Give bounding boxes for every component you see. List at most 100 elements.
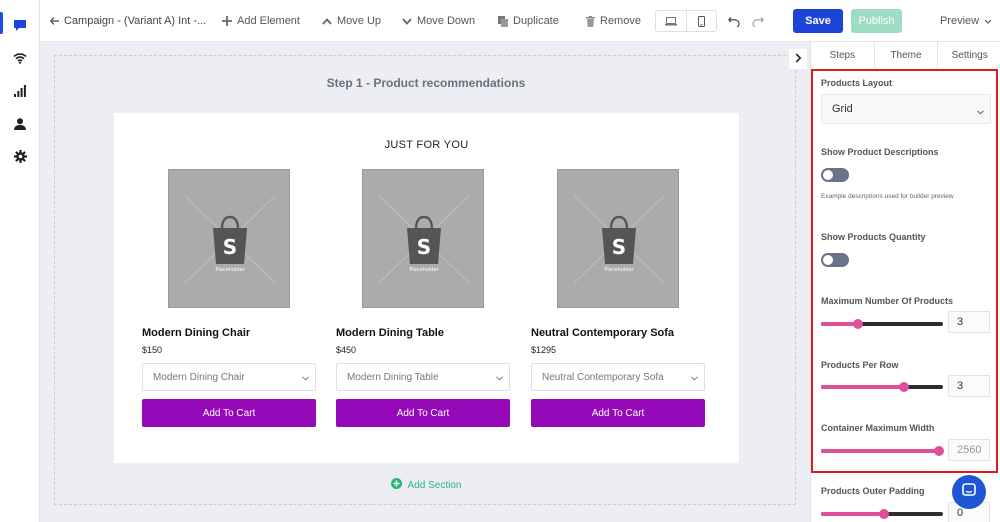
add-element-label: Add Element: [237, 15, 300, 27]
top-toolbar: Campaign - (Variant A) Int -... Add Elem…: [40, 0, 1000, 42]
save-button[interactable]: Save: [793, 9, 843, 33]
builder-canvas: Step 1 - Product recommendations JUST FO…: [54, 55, 796, 505]
show-quantity-label: Show Products Quantity: [821, 232, 926, 242]
move-down-label: Move Down: [417, 15, 476, 27]
chevron-down-icon: [984, 19, 992, 24]
highlighted-settings-region: [811, 69, 998, 473]
preview-button[interactable]: Preview: [940, 0, 992, 42]
product-variant-select[interactable]: Neutral Contemporary Sofa: [531, 363, 705, 391]
bar-chart-icon[interactable]: [11, 82, 29, 100]
products-layout-label: Products Layout: [821, 78, 893, 88]
outer-padding-slider[interactable]: [821, 509, 943, 519]
placeholder-caption: Placeholder: [409, 267, 439, 273]
products-layout-select[interactable]: Grid: [821, 94, 991, 124]
move-down-button[interactable]: Move Down: [402, 0, 475, 42]
user-icon[interactable]: [11, 115, 29, 133]
svg-text:S: S: [417, 235, 431, 259]
back-to-campaign-link[interactable]: Campaign - (Variant A) Int -...: [50, 0, 206, 42]
svg-text:S: S: [223, 235, 237, 259]
product-price: $1295: [531, 345, 557, 355]
per-row-slider[interactable]: [821, 382, 943, 392]
product-image-placeholder: S Placeholder: [362, 169, 484, 308]
chat-icon[interactable]: [11, 16, 29, 34]
slider-handle[interactable]: [852, 319, 863, 329]
chevron-down-icon: [496, 373, 503, 384]
add-to-cart-button[interactable]: Add To Cart: [336, 399, 510, 427]
tab-steps[interactable]: Steps: [811, 42, 875, 68]
product-variant-select[interactable]: Modern Dining Chair: [142, 363, 316, 391]
slider-fill: [821, 385, 904, 389]
remove-label: Remove: [600, 15, 641, 27]
max-products-label: Maximum Number Of Products: [821, 296, 954, 306]
chevron-up-icon: [322, 17, 332, 25]
left-rail: [0, 0, 40, 522]
publish-button[interactable]: Publish: [851, 9, 902, 33]
product-variant-value: Modern Dining Table: [347, 371, 439, 383]
preview-label: Preview: [940, 15, 980, 27]
show-descriptions-toggle[interactable]: [821, 168, 849, 182]
campaign-title: Campaign - (Variant A) Int -...: [64, 15, 207, 27]
plus-circle-icon: [390, 478, 402, 492]
plus-icon: [222, 16, 232, 26]
move-up-label: Move Up: [337, 15, 382, 27]
settings-panel: Steps Theme Settings Products Layout Gri…: [810, 42, 1000, 522]
chevron-down-icon: [977, 106, 984, 118]
remove-button[interactable]: Remove: [586, 0, 641, 42]
chevron-down-icon: [302, 373, 309, 384]
mobile-view-icon[interactable]: [687, 11, 717, 31]
add-element-button[interactable]: Add Element: [222, 0, 300, 42]
chevron-right-icon: [795, 50, 802, 68]
product-name: Neutral Contemporary Sofa: [531, 327, 675, 339]
collapse-panel-button[interactable]: [789, 49, 807, 69]
show-descriptions-label: Show Product Descriptions: [821, 147, 939, 157]
placeholder-caption: Placeholder: [215, 267, 245, 273]
redo-icon[interactable]: [752, 0, 764, 42]
container-width-label: Container Maximum Width: [821, 423, 935, 433]
slider-handle[interactable]: [879, 509, 890, 519]
device-toggle-group: [655, 10, 717, 32]
undo-icon[interactable]: [728, 0, 740, 42]
container-width-input[interactable]: 2560: [948, 439, 990, 461]
product-price: $150: [142, 345, 163, 355]
duplicate-button[interactable]: Duplicate: [498, 0, 559, 42]
support-chat-button[interactable]: [952, 475, 986, 509]
max-products-input[interactable]: 3: [948, 311, 990, 333]
svg-text:S: S: [612, 235, 626, 259]
max-products-slider[interactable]: [821, 319, 943, 329]
section-heading: JUST FOR YOU: [384, 139, 469, 151]
tab-theme[interactable]: Theme: [875, 42, 939, 68]
product-name: Modern Dining Chair: [142, 327, 251, 339]
add-to-cart-button[interactable]: Add To Cart: [531, 399, 705, 427]
product-name: Modern Dining Table: [336, 327, 444, 339]
show-quantity-toggle[interactable]: [821, 253, 849, 267]
products-layout-value: Grid: [832, 103, 853, 115]
show-descriptions-hint: Example descriptions used for builder pr…: [821, 193, 954, 200]
product-image-placeholder: S Placeholder: [168, 169, 290, 308]
chat-bubble-icon: [962, 482, 976, 502]
add-to-cart-button[interactable]: Add To Cart: [142, 399, 316, 427]
settings-tabs: Steps Theme Settings: [811, 42, 1000, 68]
duplicate-label: Duplicate: [513, 15, 559, 27]
per-row-label: Products Per Row: [821, 360, 899, 370]
product-variant-value: Modern Dining Chair: [153, 371, 245, 383]
recommendations-section[interactable]: JUST FOR YOU S Placeholder Modern Dining…: [114, 113, 739, 463]
trash-icon: [586, 15, 595, 27]
container-width-slider[interactable]: [821, 446, 945, 456]
product-price: $450: [336, 345, 357, 355]
chevron-down-icon: [691, 373, 698, 384]
placeholder-caption: Placeholder: [604, 267, 634, 273]
add-section-label: Add Section: [407, 479, 462, 491]
product-image-placeholder: S Placeholder: [557, 169, 679, 308]
slider-handle[interactable]: [898, 382, 909, 392]
add-section-button[interactable]: Add Section: [55, 478, 797, 492]
per-row-input[interactable]: 3: [948, 375, 990, 397]
move-up-button[interactable]: Move Up: [322, 0, 381, 42]
arrow-left-icon: [50, 17, 59, 25]
desktop-view-icon[interactable]: [656, 11, 687, 31]
gear-icon[interactable]: [11, 147, 29, 165]
tab-settings[interactable]: Settings: [938, 42, 1000, 68]
slider-fill: [821, 449, 940, 453]
product-variant-select[interactable]: Modern Dining Table: [336, 363, 510, 391]
outer-padding-label: Products Outer Padding: [821, 486, 925, 496]
wifi-icon[interactable]: [11, 49, 29, 67]
